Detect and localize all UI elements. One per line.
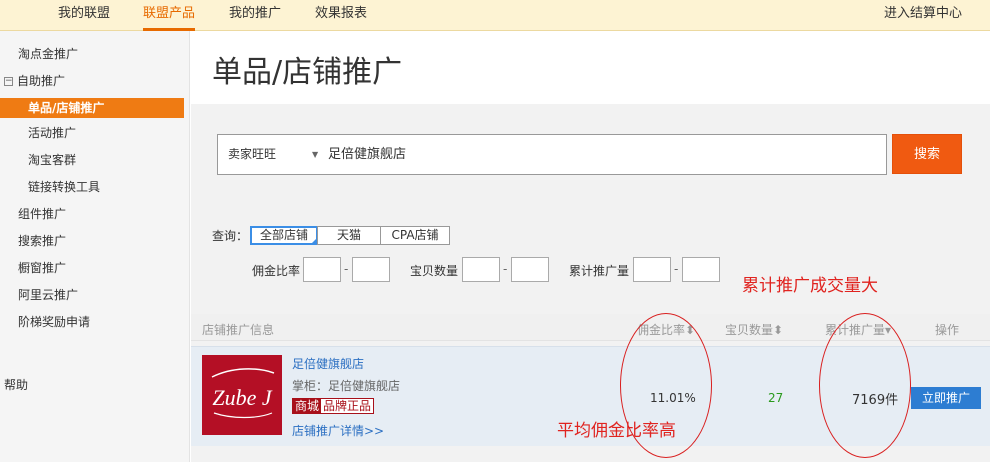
nav-effect-report[interactable]: 效果报表 bbox=[315, 0, 367, 31]
svg-text:Zube J: Zube J bbox=[212, 385, 273, 410]
shop-detail-link[interactable]: 店铺推广详情>> bbox=[292, 422, 384, 439]
sidebar-item-activity[interactable]: 活动推广 bbox=[0, 123, 184, 143]
header-item-count[interactable]: 宝贝数量⬍ bbox=[725, 321, 783, 338]
page-title: 单品/店铺推广 bbox=[212, 55, 403, 90]
volume-max-input[interactable] bbox=[682, 257, 720, 282]
range-label-volume: 累计推广量 bbox=[569, 264, 630, 278]
sidebar-item-tier-reward[interactable]: 阶梯奖励申请 bbox=[0, 312, 184, 332]
sidebar-item-taobao-group[interactable]: 淘宝客群 bbox=[0, 150, 184, 170]
nav-alliance-products[interactable]: 联盟产品 bbox=[143, 0, 196, 31]
nav-my-promotion[interactable]: 我的推广 bbox=[229, 0, 281, 31]
sidebar-item-link-converter[interactable]: 链接转换工具 bbox=[0, 177, 184, 197]
tab-cpa-shops[interactable]: CPA店铺 bbox=[380, 226, 450, 245]
range-label-commission: 佣金比率 bbox=[252, 264, 301, 278]
collapse-icon[interactable]: − bbox=[4, 77, 13, 86]
sidebar-item-showcase[interactable]: 橱窗推广 bbox=[0, 258, 184, 278]
sidebar-item-widget[interactable]: 组件推广 bbox=[0, 204, 184, 224]
mall-genuine-badge: 商城 品牌正品 bbox=[292, 398, 375, 414]
search-type-select[interactable]: 卖家旺旺 ▼ bbox=[228, 135, 318, 174]
title-area: 单品/店铺推广 bbox=[191, 31, 990, 104]
range-dash: - bbox=[344, 262, 349, 276]
tab-tmall[interactable]: 天猫 bbox=[317, 226, 381, 245]
range-label-items: 宝贝数量 bbox=[410, 264, 459, 278]
shop-owner: 掌柜：足倍健旗舰店 bbox=[292, 379, 401, 393]
nav-my-alliance[interactable]: 我的联盟 bbox=[58, 0, 110, 31]
commission-min-input[interactable] bbox=[303, 257, 341, 282]
header-shop-info: 店铺推广信息 bbox=[202, 323, 275, 337]
filter-label: 查询： bbox=[212, 229, 249, 243]
sidebar-item-search[interactable]: 搜索推广 bbox=[0, 231, 184, 251]
sidebar-item-single-shop[interactable]: 单品/店铺推广 bbox=[0, 98, 184, 118]
item-count: 27 bbox=[768, 391, 784, 405]
range-dash: - bbox=[503, 262, 508, 276]
top-nav-bar: 我的联盟 联盟产品 我的推广 效果报表 进入结算中心 bbox=[0, 0, 990, 31]
sidebar: 淘点金推广 − 自助推广 单品/店铺推广 活动推广 淘宝客群 链接转换工具 组件推… bbox=[0, 31, 190, 462]
sidebar-item-aliyun[interactable]: 阿里云推广 bbox=[0, 285, 184, 305]
shop-name-link[interactable]: 足倍健旗舰店 bbox=[292, 355, 364, 372]
range-dash: - bbox=[674, 262, 679, 276]
shop-logo[interactable]: Zube J bbox=[202, 355, 282, 435]
sidebar-item-self-promotion[interactable]: − 自助推广 bbox=[0, 71, 184, 91]
annotation-commission: 平均佣金比率高 bbox=[557, 421, 676, 441]
settlement-center-link[interactable]: 进入结算中心 bbox=[884, 0, 962, 28]
search-button[interactable]: 搜索 bbox=[892, 134, 962, 174]
chevron-down-icon: ▼ bbox=[312, 150, 319, 159]
search-input[interactable]: 足倍健旗舰店 bbox=[328, 135, 406, 174]
tab-all-shops[interactable]: 全部店铺 bbox=[250, 226, 318, 245]
sidebar-item-help[interactable]: 帮助 bbox=[0, 375, 184, 395]
items-max-input[interactable] bbox=[511, 257, 549, 282]
promote-now-button[interactable]: 立即推广 bbox=[911, 387, 981, 409]
volume-min-input[interactable] bbox=[633, 257, 671, 282]
sidebar-item-taodianjin[interactable]: 淘点金推广 bbox=[0, 44, 184, 64]
search-box: 卖家旺旺 ▼ 足倍健旗舰店 bbox=[217, 134, 887, 175]
annotation-ellipse-volume bbox=[819, 313, 911, 458]
header-action: 操作 bbox=[935, 323, 960, 337]
shop-logo-image: Zube J bbox=[202, 355, 282, 435]
sort-icon: ⬍ bbox=[773, 323, 784, 337]
items-min-input[interactable] bbox=[462, 257, 500, 282]
main-content: 单品/店铺推广 卖家旺旺 ▼ 足倍健旗舰店 搜索 查询： 全部店铺 天猫 CPA… bbox=[191, 31, 990, 462]
annotation-volume: 累计推广成交量大 bbox=[742, 276, 878, 296]
commission-max-input[interactable] bbox=[352, 257, 390, 282]
